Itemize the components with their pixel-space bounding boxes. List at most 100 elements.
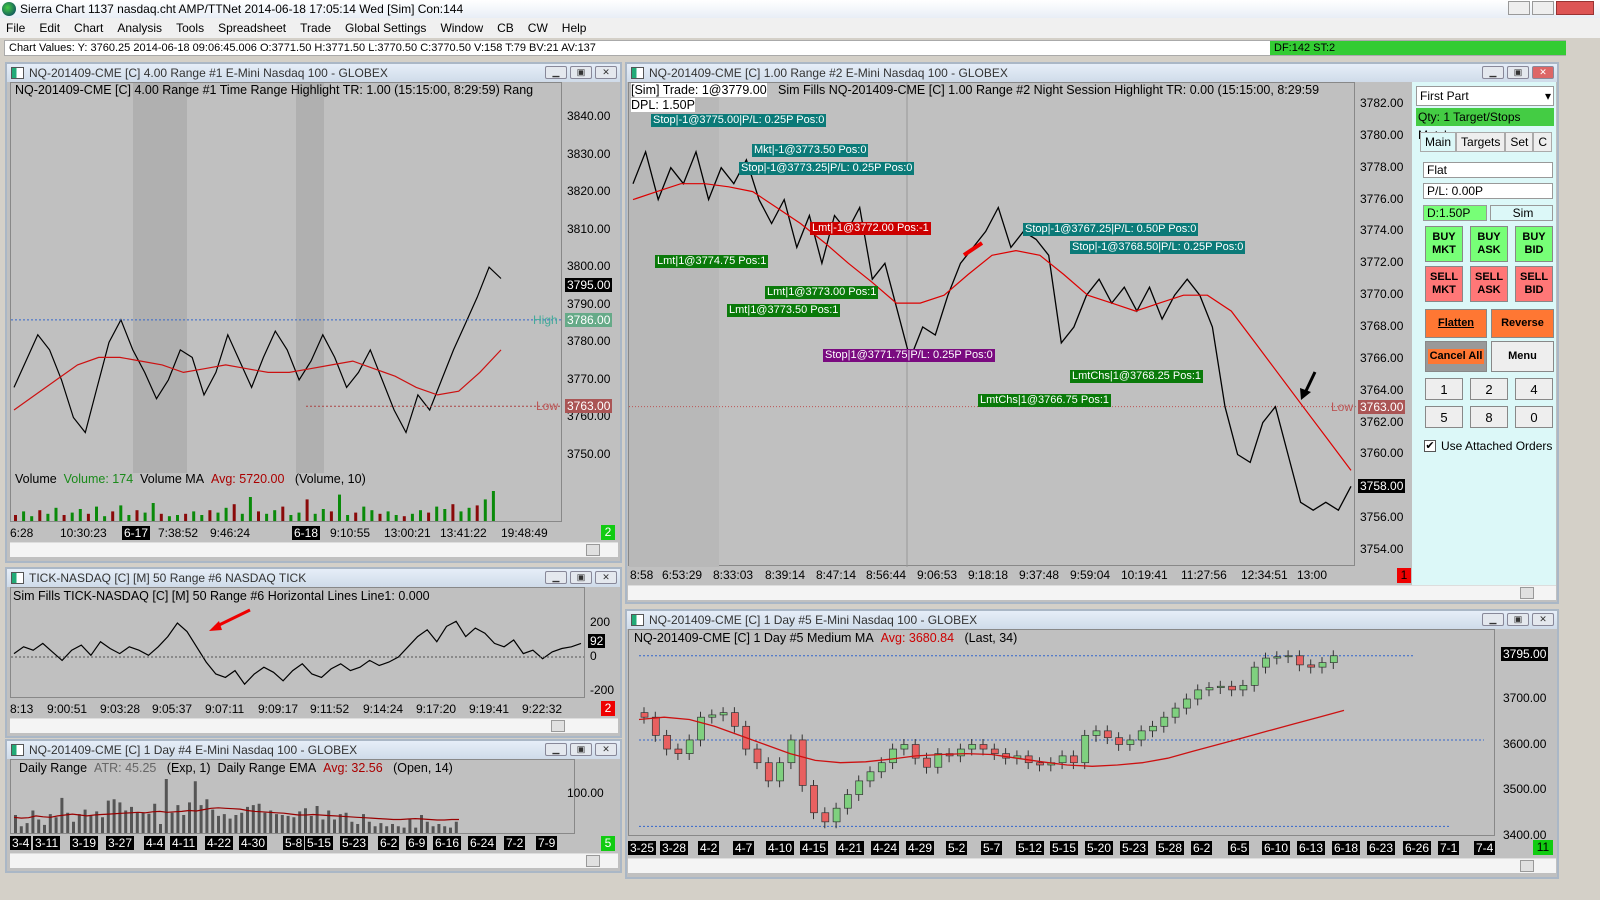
order-label[interactable]: Stop|-1@3767.25|P/L: 0.50P Pos:0 (1023, 223, 1199, 236)
sell-ask-button[interactable]: SELL ASK (1470, 266, 1508, 302)
minimize-button[interactable]: ▁ (545, 66, 567, 79)
menu-help[interactable]: Help (562, 18, 587, 38)
volume-bar (402, 516, 406, 521)
scroll-thumb[interactable] (1520, 860, 1534, 872)
order-label[interactable]: Lmt|1@3774.75 Pos:1 (655, 255, 769, 268)
minimize-button[interactable]: ▁ (1482, 613, 1504, 626)
tab-set[interactable]: Set (1505, 132, 1534, 152)
close-button[interactable]: ✕ (1532, 66, 1554, 79)
menu-tools[interactable]: Tools (176, 18, 204, 38)
sell-bid-button[interactable]: SELL BID (1515, 266, 1553, 302)
tick-chart[interactable] (10, 587, 585, 698)
restore-button[interactable]: ▣ (1507, 613, 1529, 626)
qty-button-4[interactable]: 4 (1515, 378, 1553, 400)
order-label[interactable]: Lmt|-1@3772.00 Pos:-1 (810, 222, 931, 235)
app-close-button[interactable] (1556, 1, 1594, 15)
range-bar (89, 815, 93, 833)
data-feed-status: DF:142 ST:2 (1270, 41, 1566, 55)
restore-button[interactable]: ▣ (1507, 66, 1529, 79)
horizontal-scrollbar[interactable] (10, 853, 618, 868)
price-tick: 3500.00 (1503, 782, 1547, 796)
reverse-button[interactable]: Reverse (1491, 309, 1554, 338)
close-button[interactable]: ✕ (595, 571, 617, 584)
range-bar (431, 826, 435, 833)
close-button[interactable]: ✕ (595, 66, 617, 79)
price-tick: 3776.00 (1360, 191, 1404, 206)
flatten-button[interactable]: Flatten (1425, 309, 1487, 338)
window-titlebar[interactable]: NQ-201409-CME [C] 4.00 Range #1 E-Mini N… (7, 64, 620, 82)
qty-button-8[interactable]: 8 (1470, 406, 1508, 428)
horizontal-scrollbar[interactable] (10, 718, 618, 733)
order-label[interactable]: Stop|1@3771.75|P/L: 0.25P Pos:0 (823, 349, 995, 362)
order-label[interactable]: Mkt|-1@3773.50 Pos:0 (752, 144, 869, 157)
price-chart-1[interactable] (10, 82, 562, 522)
qty-status: Qty: 1 Target/Stops Match (1416, 108, 1554, 142)
order-type-dropdown[interactable]: First Part ▾ (1416, 86, 1554, 106)
daily-candle-chart[interactable] (628, 629, 1495, 836)
menu-edit[interactable]: Edit (39, 18, 60, 38)
buy-bid-button[interactable]: BUY BID (1515, 226, 1553, 262)
menu-analysis[interactable]: Analysis (117, 18, 162, 38)
menu-window[interactable]: Window (440, 18, 483, 38)
qty-button-5[interactable]: 5 (1425, 406, 1463, 428)
volume-bar (14, 515, 17, 521)
chevron-down-icon[interactable]: ▾ (1545, 87, 1551, 105)
order-label[interactable]: LmtChs|1@3766.75 Pos:1 (978, 394, 1111, 407)
candle (1307, 664, 1316, 668)
range-bar (205, 799, 209, 833)
menu-chart[interactable]: Chart (74, 18, 103, 38)
buy-mkt-button[interactable]: BUY MKT (1425, 226, 1463, 262)
order-label[interactable]: LmtChs|1@3768.25 Pos:1 (1070, 370, 1203, 383)
minimize-button[interactable]: ▁ (1482, 66, 1504, 79)
minimize-button[interactable]: ▁ (545, 571, 567, 584)
restore-button[interactable]: ▣ (570, 571, 592, 584)
window-titlebar[interactable]: NQ-201409-CME [C] 1.00 Range #2 E-Mini N… (627, 64, 1557, 82)
qty-button-2[interactable]: 2 (1470, 378, 1508, 400)
window-titlebar[interactable]: NQ-201409-CME [C] 1 Day #4 E-Mini Nasdaq… (7, 741, 620, 759)
horizontal-scrollbar[interactable] (10, 542, 618, 557)
restore-button[interactable]: ▣ (570, 743, 592, 756)
main-price-chart[interactable] (628, 82, 1356, 567)
qty-button-0[interactable]: 0 (1515, 406, 1553, 428)
menu-global-settings[interactable]: Global Settings (345, 18, 426, 38)
use-attached-orders-checkbox[interactable]: ✔ (1424, 440, 1436, 452)
menu-trade[interactable]: Trade (300, 18, 331, 38)
app-minimize-button[interactable] (1508, 1, 1530, 15)
time-tick: 6-24 (468, 836, 497, 850)
scroll-thumb[interactable] (586, 544, 600, 556)
cancel-all-button[interactable]: Cancel All (1425, 341, 1487, 372)
horizontal-scrollbar[interactable] (628, 858, 1556, 873)
app-maximize-button[interactable] (1532, 1, 1554, 15)
tab-main[interactable]: Main (1420, 132, 1457, 152)
tab-targets[interactable]: Targets (1456, 132, 1506, 152)
menu-file[interactable]: File (6, 18, 25, 38)
order-label[interactable]: Stop|-1@3768.50|P/L: 0.25P Pos:0 (1070, 241, 1246, 254)
order-label[interactable]: Stop|-1@3775.00|P/L: 0.25P Pos:0 (651, 114, 827, 127)
menu-cw[interactable]: CW (528, 18, 548, 38)
close-button[interactable]: ✕ (595, 743, 617, 756)
close-button[interactable]: ✕ (1532, 613, 1554, 626)
order-label[interactable]: Lmt|1@3773.00 Pos:1 (765, 286, 879, 299)
restore-button[interactable]: ▣ (570, 66, 592, 79)
time-tick: 10:19:41 (1121, 568, 1168, 582)
minimize-button[interactable]: ▁ (545, 743, 567, 756)
tab-c[interactable]: C (1533, 132, 1553, 152)
window-titlebar[interactable]: NQ-201409-CME [C] 1 Day #5 E-Mini Nasdaq… (627, 611, 1557, 629)
volume-bar (451, 504, 455, 521)
range-header: Daily Range ATR: 45.25 (Exp, 1) Daily Ra… (19, 761, 453, 775)
order-label[interactable]: Lmt|1@3773.50 Pos:1 (727, 304, 841, 317)
scroll-thumb[interactable] (586, 855, 600, 867)
menu-button[interactable]: Menu (1491, 341, 1554, 372)
scroll-thumb[interactable] (1520, 587, 1534, 599)
horizontal-scrollbar[interactable] (628, 585, 1556, 600)
low-label: Low (536, 399, 559, 413)
qty-button-1[interactable]: 1 (1425, 378, 1463, 400)
scroll-thumb[interactable] (551, 720, 565, 732)
menu-spreadsheet[interactable]: Spreadsheet (218, 18, 286, 38)
menu-cb[interactable]: CB (497, 18, 514, 38)
sell-mkt-button[interactable]: SELL MKT (1425, 266, 1463, 302)
order-label[interactable]: Stop|-1@3773.25|P/L: 0.25P Pos:0 (739, 162, 915, 175)
buy-ask-button[interactable]: BUY ASK (1470, 226, 1508, 262)
window-titlebar[interactable]: TICK-NASDAQ [C] [M] 50 Range #6 NASDAQ T… (7, 569, 620, 587)
time-tick: 9:10:55 (330, 526, 371, 540)
